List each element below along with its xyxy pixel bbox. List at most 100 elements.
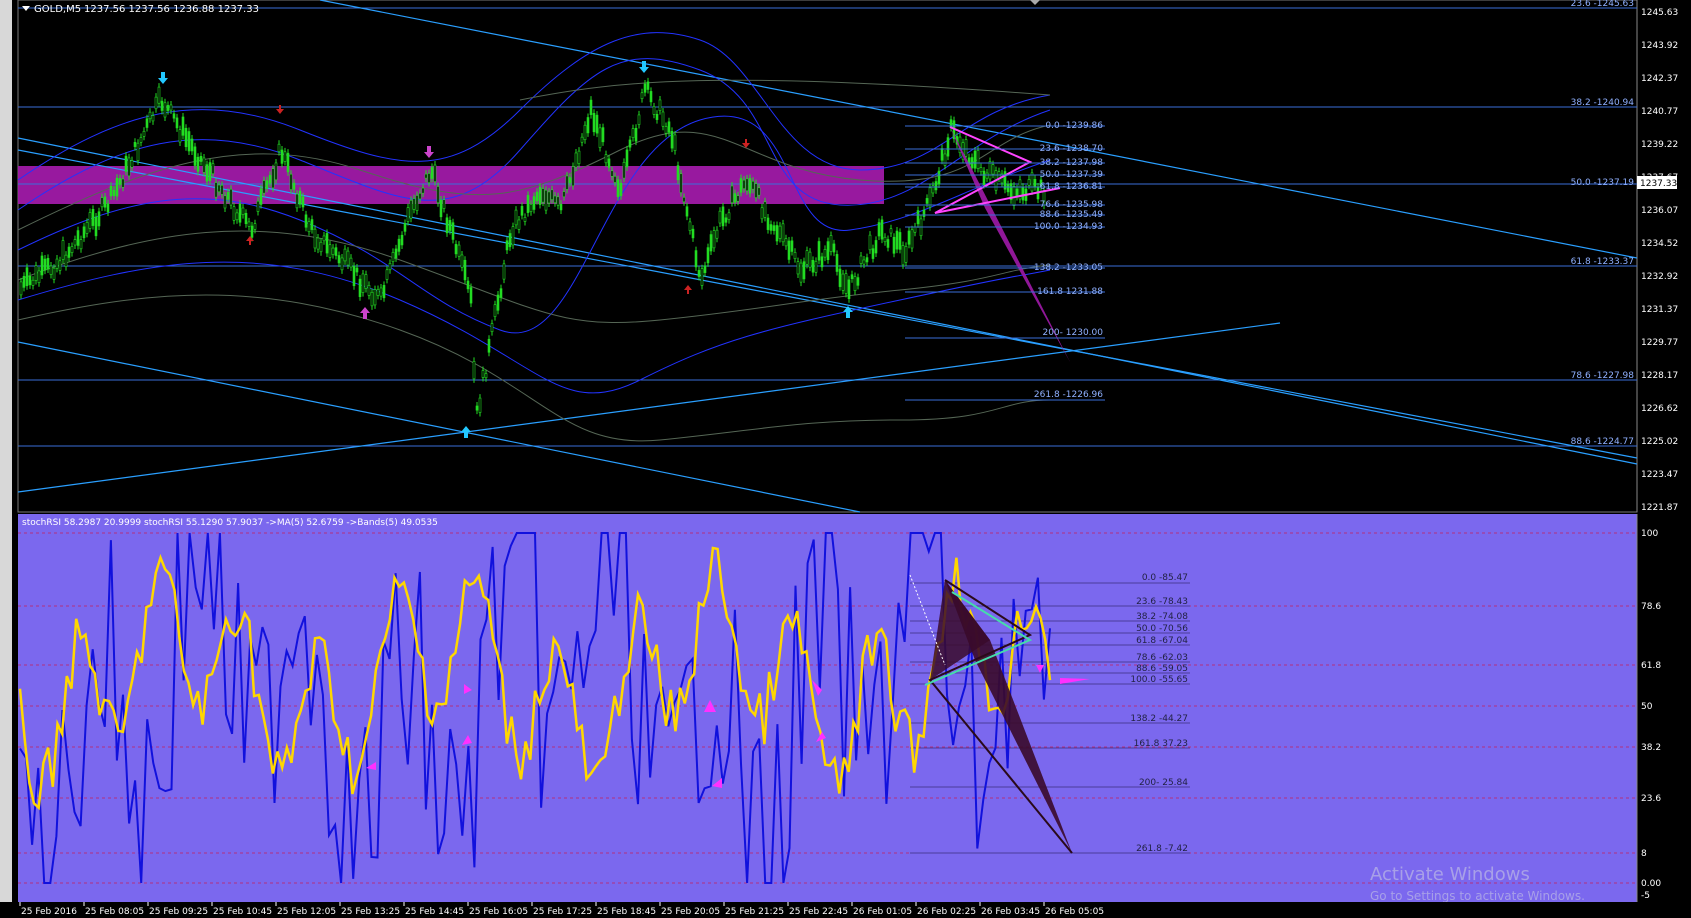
candle-body	[403, 223, 407, 232]
candle-body	[385, 269, 389, 280]
candle-body	[910, 229, 914, 249]
candle-body	[82, 226, 86, 239]
candle-body	[844, 273, 848, 294]
candle-body	[469, 287, 473, 304]
price-pane[interactable]: 0.0 -1239.86 23.6 -1238.70 38.2 -1237.98…	[17, 0, 1678, 513]
candle-body	[862, 259, 866, 265]
candle-body	[655, 114, 659, 120]
left-toolbar-strip	[0, 0, 12, 918]
candle-body	[307, 221, 311, 233]
candle-body	[148, 111, 152, 120]
candle-body	[466, 280, 470, 290]
svg-text:1236.07: 1236.07	[1641, 206, 1678, 216]
candle-body	[202, 157, 206, 173]
candle-body	[928, 187, 932, 208]
candle-body	[1027, 179, 1031, 186]
candle-body	[505, 240, 509, 251]
candle-body	[517, 219, 521, 230]
svg-text:38.2: 38.2	[1641, 743, 1661, 753]
candle-body	[916, 210, 920, 225]
candle-body	[853, 276, 857, 291]
price-axis: 1245.63 1243.92 1242.37 1240.77 1239.22 …	[1641, 8, 1678, 513]
candle-body	[937, 170, 941, 185]
time-label: 26 Feb 03:45	[981, 907, 1040, 917]
ohlc-values: 1237.56 1237.56 1236.88 1237.33	[84, 4, 259, 15]
candle-body	[136, 142, 140, 161]
candle-body	[277, 143, 281, 152]
candle-body	[391, 252, 395, 262]
candle-body	[100, 197, 104, 208]
svg-text:23.6 -78.43: 23.6 -78.43	[1136, 597, 1188, 607]
candle-body	[640, 92, 644, 99]
candle-body	[376, 289, 380, 296]
candle-body	[649, 91, 653, 103]
time-label: 25 Feb 21:25	[725, 907, 784, 917]
candle-body	[271, 168, 275, 189]
candle-body	[484, 373, 488, 379]
chart-canvas[interactable]: 0.0 -1239.86 23.6 -1238.70 38.2 -1237.98…	[0, 0, 1691, 918]
candle-body	[544, 189, 548, 211]
candle-body	[775, 225, 779, 242]
candle-body	[532, 196, 536, 210]
candle-body	[472, 361, 476, 380]
candle-body	[196, 156, 200, 172]
candle-body	[361, 273, 365, 293]
svg-text:23.6: 23.6	[1641, 794, 1661, 804]
candle-body	[31, 279, 35, 286]
svg-text:261.8 -7.42: 261.8 -7.42	[1136, 844, 1188, 854]
candle-body	[142, 130, 146, 137]
time-label: 25 Feb 13:25	[341, 907, 400, 917]
fib-label: 261.8 -1226.96	[1034, 390, 1103, 400]
candle-body	[757, 187, 761, 196]
candle-body	[685, 206, 689, 217]
svg-text:0.00: 0.00	[1641, 879, 1661, 889]
candle-body	[964, 139, 968, 157]
candle-body	[373, 289, 377, 306]
candle-body	[190, 138, 194, 152]
candle-body	[577, 150, 581, 164]
candle-body	[730, 185, 734, 203]
oscillator-pane[interactable]: stochRSI 58.2987 20.9999 stochRSI 55.129…	[18, 514, 1691, 903]
candle-body	[436, 186, 440, 204]
candle-body	[331, 247, 335, 255]
svg-text:1245.63: 1245.63	[1641, 8, 1678, 18]
candle-body	[187, 131, 191, 152]
candle-body	[499, 288, 503, 298]
fib-label: 76.6 -1235.98	[1040, 200, 1104, 210]
candle-body	[73, 239, 77, 246]
candle-body	[772, 225, 776, 231]
candle-body	[820, 256, 824, 268]
candle-body	[652, 106, 656, 115]
candle-body	[133, 142, 137, 147]
candle-body	[793, 252, 797, 259]
candle-body	[673, 134, 677, 151]
candle-body	[106, 203, 110, 213]
candle-body	[337, 255, 341, 264]
candle-body	[256, 200, 260, 212]
candle-body	[847, 279, 851, 300]
candle-body	[370, 292, 374, 307]
candle-body	[235, 212, 239, 221]
candle-body	[637, 114, 641, 125]
fib-label: 78.6 -1227.98	[1571, 371, 1635, 381]
fib-label: 200- 1230.00	[1042, 328, 1103, 338]
time-label: 25 Feb 22:45	[789, 907, 848, 917]
candle-body	[34, 265, 38, 281]
svg-text:1239.22: 1239.22	[1641, 140, 1678, 150]
candle-body	[886, 239, 890, 248]
fib-label: 23.6 -1238.70	[1040, 144, 1104, 154]
candle-body	[901, 245, 905, 266]
candle-body	[736, 195, 740, 202]
candle-body	[232, 206, 236, 221]
candle-body	[787, 240, 791, 260]
candle-body	[130, 160, 134, 168]
candle-body	[289, 173, 293, 190]
candle-body	[91, 209, 95, 226]
candle-body	[835, 254, 839, 272]
candle-body	[88, 212, 92, 229]
candle-body	[631, 128, 635, 138]
candle-body	[43, 258, 47, 271]
candle-body	[589, 99, 593, 115]
candle-body	[580, 136, 584, 143]
candle-body	[616, 179, 620, 197]
